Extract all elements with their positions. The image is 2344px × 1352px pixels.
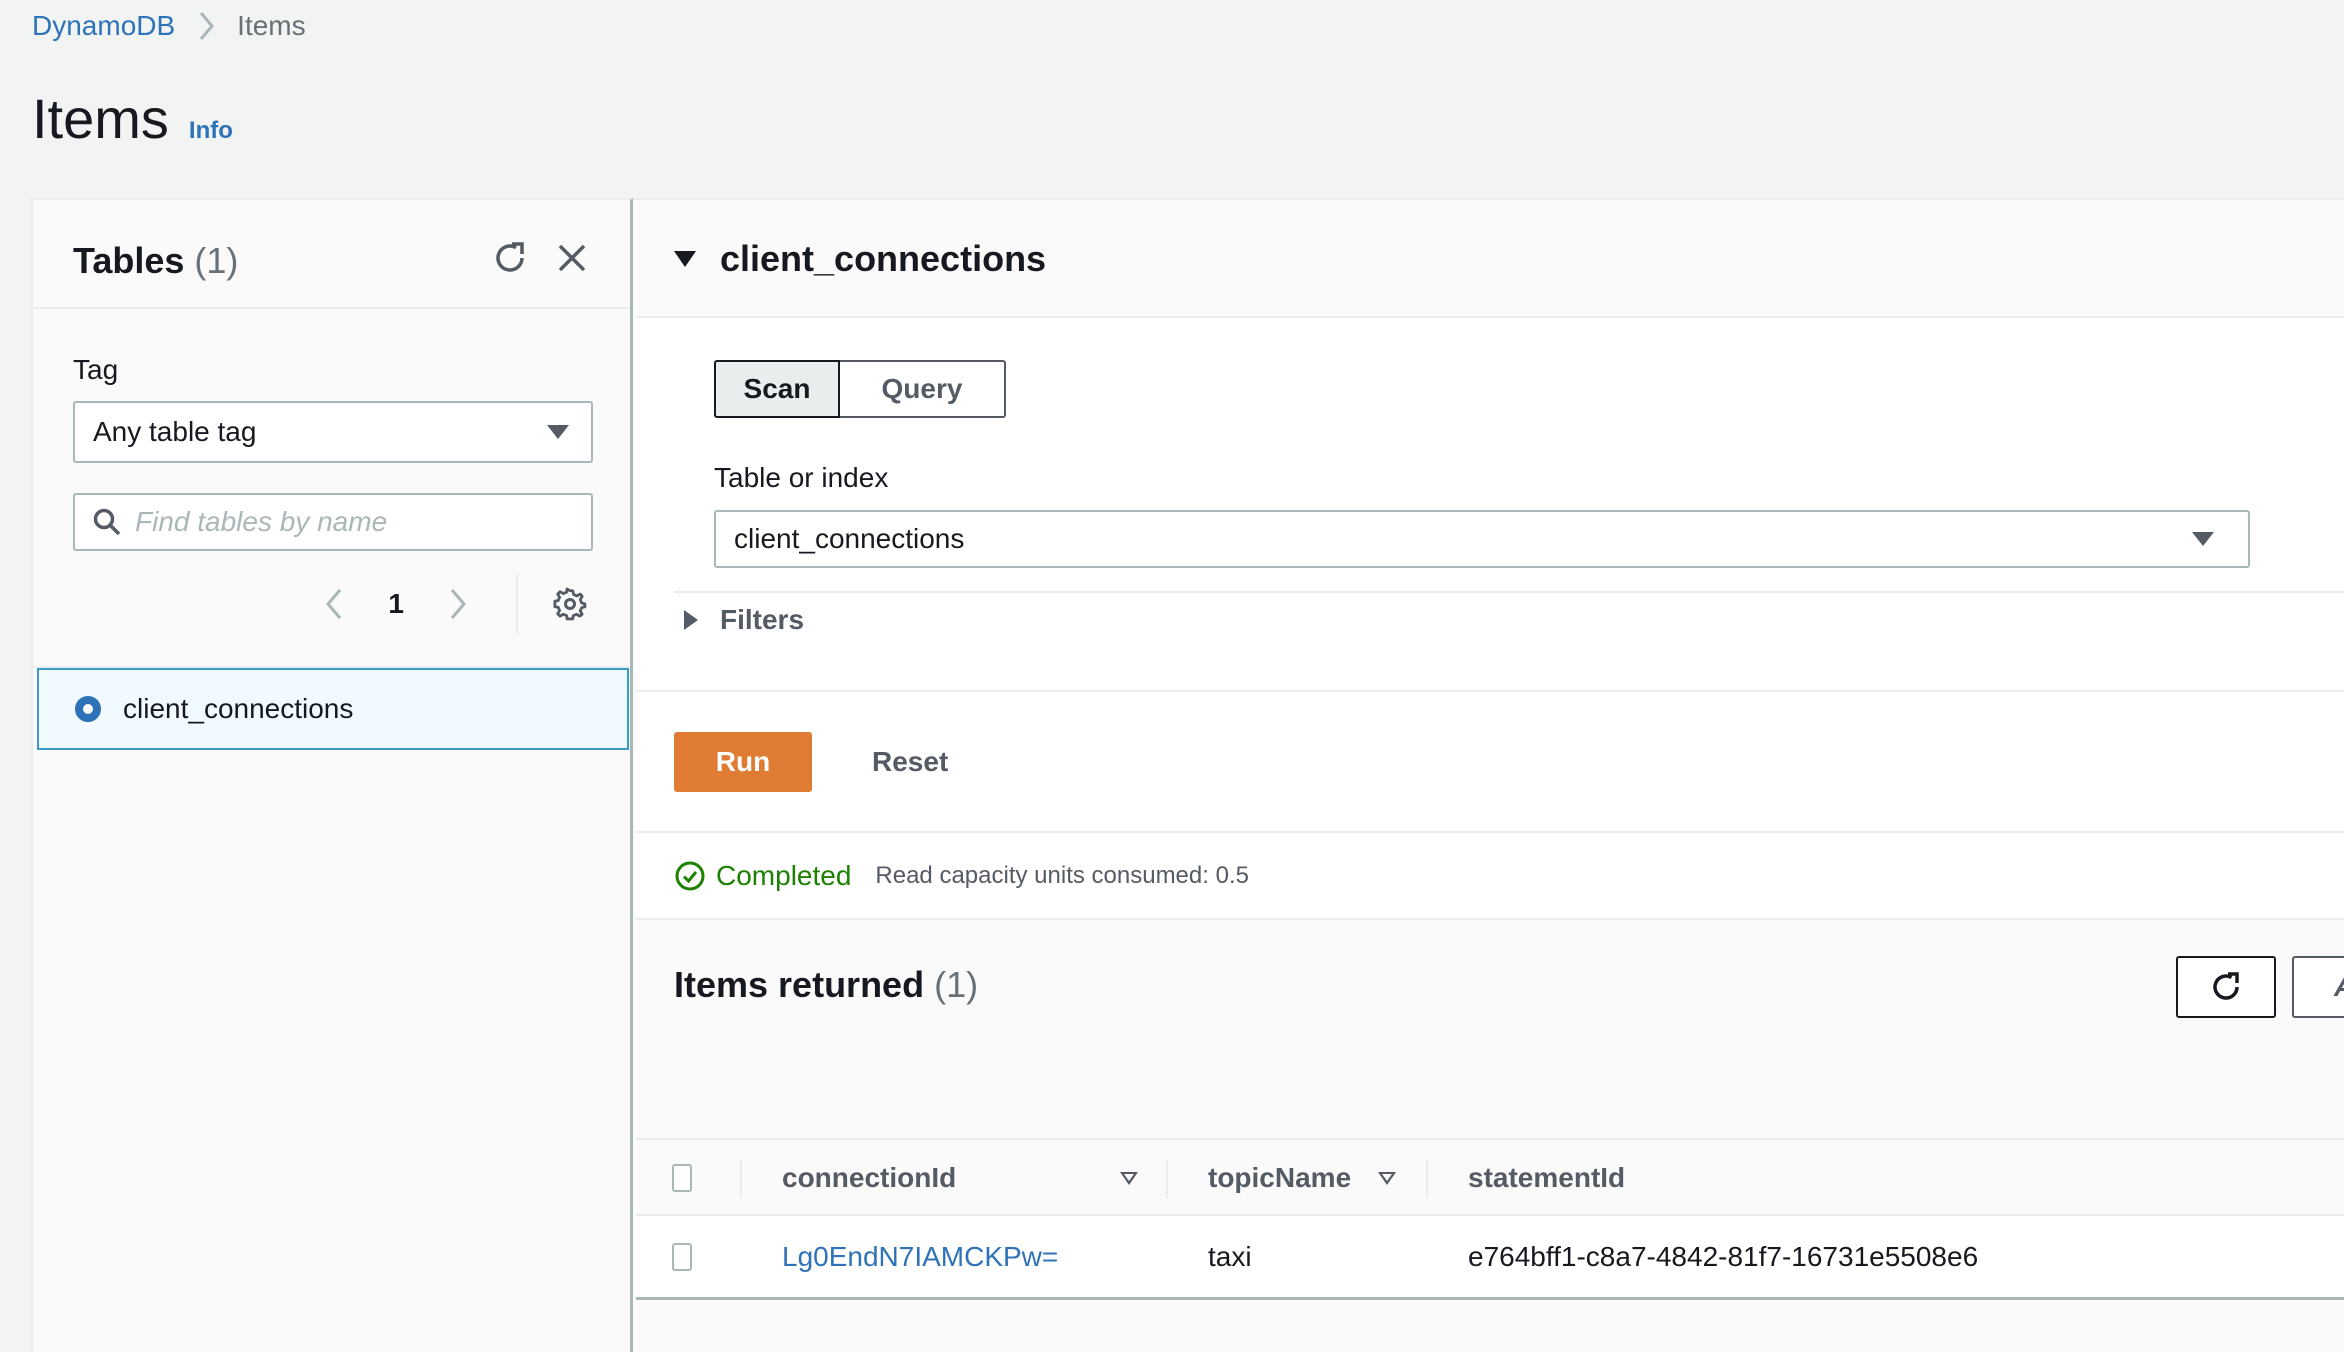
refresh-icon [496, 242, 524, 272]
table-search-input[interactable] [135, 506, 555, 538]
divider [674, 591, 2344, 593]
scan-tab[interactable]: Scan [714, 360, 840, 418]
row-checkbox[interactable] [672, 1243, 692, 1271]
filter-caret-icon [1378, 1171, 1396, 1185]
column-header-topicname[interactable]: topicName [1208, 1140, 1351, 1216]
chevron-right-icon [450, 589, 466, 619]
tables-panel-header: Tables (1) [33, 200, 630, 309]
divider [636, 690, 2344, 692]
table-or-index-select[interactable]: client_connections [714, 510, 2250, 568]
pagination: 1 [312, 574, 592, 634]
cell-statementid: e764bff1-c8a7-4842-81f7-16731e5508e6 [1468, 1241, 1979, 1272]
next-page-button[interactable] [436, 582, 480, 626]
filters-toggle[interactable]: Filters [684, 604, 804, 636]
actions-button[interactable]: A [2292, 956, 2344, 1018]
column-label: statementId [1468, 1162, 1626, 1193]
close-icon [558, 244, 586, 272]
caret-right-icon [684, 610, 698, 630]
items-returned-title: Items returned (1) [674, 964, 978, 1006]
table-section-title: client_connections [720, 238, 1047, 279]
filter-caret-icon [1120, 1171, 1138, 1185]
preferences-button[interactable] [548, 582, 592, 626]
page-title: Items [32, 87, 169, 150]
items-returned-count: (1) [934, 964, 979, 1005]
refresh-icon [2213, 972, 2239, 1000]
close-panel-button[interactable] [550, 236, 594, 280]
actions-button-label: A [2334, 971, 2344, 1003]
filter-topicname[interactable] [1378, 1140, 1396, 1216]
filter-connectionid[interactable] [1120, 1140, 1138, 1216]
table-or-index-label: Table or index [714, 462, 889, 493]
cell-connectionid-link[interactable]: Lg0EndN7IAMCKPw= [782, 1216, 1058, 1298]
tables-title-text: Tables [73, 240, 185, 281]
run-button[interactable]: Run [674, 732, 812, 792]
table-item-name: client_connections [123, 693, 354, 724]
current-page-number[interactable]: 1 [388, 588, 404, 620]
column-separator [1426, 1160, 1428, 1198]
tag-select[interactable]: Any table tag [73, 401, 593, 463]
table-or-index-value: client_connections [734, 523, 965, 554]
pager-divider [516, 574, 518, 634]
caret-down-icon [2192, 532, 2214, 546]
column-separator [1166, 1160, 1168, 1198]
info-link[interactable]: Info [189, 117, 233, 145]
refresh-items-button[interactable] [2176, 956, 2276, 1018]
items-explorer-panel: client_connections Scan Query Table or i… [636, 198, 2344, 1300]
column-header-connectionid[interactable]: connectionId [782, 1140, 956, 1216]
column-label: connectionId [782, 1162, 957, 1193]
table-search-field[interactable] [73, 493, 593, 551]
reset-button[interactable]: Reset [872, 732, 948, 792]
refresh-tables-button[interactable] [488, 236, 532, 280]
page-header: Items Info [32, 86, 233, 151]
filters-label: Filters [720, 604, 805, 635]
table-row: Lg0EndN7IAMCKPw= taxi e764bff1-c8a7-4842… [636, 1216, 2344, 1300]
column-label: topicName [1208, 1162, 1352, 1193]
chevron-right-icon [199, 11, 215, 41]
items-table-header: connectionId topicName statementId [636, 1138, 2344, 1216]
select-all-checkbox[interactable] [672, 1164, 692, 1192]
select-all-cell [672, 1140, 692, 1216]
divider [636, 831, 2344, 833]
column-header-statementid[interactable]: statementId [1468, 1140, 1625, 1216]
previous-page-button[interactable] [312, 582, 356, 626]
tables-panel-title: Tables (1) [73, 240, 238, 282]
breadcrumb: DynamoDB Items [32, 6, 306, 46]
scan-status: Completed Read capacity units consumed: … [674, 860, 1249, 892]
tag-label: Tag [73, 354, 119, 385]
breadcrumb-dynamodb-link[interactable]: DynamoDB [32, 10, 175, 42]
chevron-left-icon [326, 589, 342, 619]
scan-query-toggle: Scan Query [714, 360, 1006, 418]
table-list-item[interactable]: client_connections [37, 668, 629, 750]
cell-topicname: taxi [1208, 1241, 1252, 1272]
column-separator [740, 1160, 742, 1198]
status-label: Completed [716, 860, 852, 891]
capacity-consumed: Read capacity units consumed: 0.5 [875, 862, 1249, 889]
tag-select-value: Any table tag [93, 416, 257, 447]
caret-down-icon [547, 425, 569, 439]
caret-down-icon [674, 251, 696, 267]
items-returned-section: Items returned (1) A connectionId [636, 918, 2344, 1300]
radio-selected-icon[interactable] [75, 696, 101, 722]
table-section-header: client_connections [636, 200, 2344, 318]
gear-icon [553, 587, 587, 621]
items-returned-text: Items returned [674, 964, 925, 1005]
breadcrumb-current: Items [237, 10, 306, 41]
search-icon [93, 508, 121, 536]
tables-count: (1) [194, 240, 239, 281]
query-tab[interactable]: Query [840, 360, 1006, 418]
row-select-cell [672, 1216, 692, 1298]
table-section-toggle[interactable]: client_connections [674, 238, 1046, 280]
tables-panel: Tables (1) Tag Any table tag Find tables… [31, 198, 633, 1352]
check-circle-icon [675, 861, 705, 891]
